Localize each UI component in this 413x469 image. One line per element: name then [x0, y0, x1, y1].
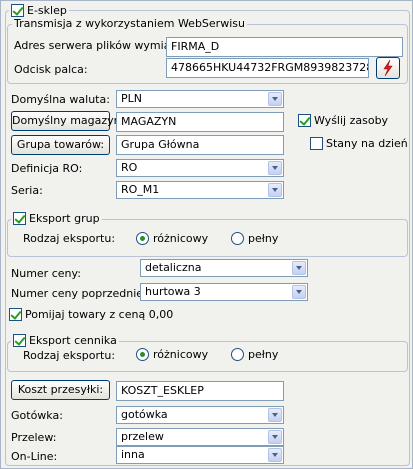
prev-price-number-value: hurtowa 3 — [145, 285, 201, 298]
chevron-down-icon — [292, 285, 306, 299]
online-label: On-Line: — [11, 450, 58, 463]
export-pricelist-toggle[interactable]: Eksport cennika — [11, 334, 119, 347]
online-select[interactable]: inna — [116, 446, 284, 464]
chevron-down-icon — [268, 161, 282, 175]
skip-zero-checkbox[interactable] — [9, 308, 22, 321]
chevron-down-icon — [268, 92, 282, 106]
currency-select[interactable]: PLN — [116, 90, 284, 108]
price-number-label: Numer ceny: — [11, 267, 81, 280]
fingerprint-label: Odcisk palca: — [14, 63, 88, 76]
radio-selected-icon[interactable] — [136, 232, 149, 245]
transfer-value: przelew — [121, 430, 164, 443]
export-groups-checkbox[interactable] — [13, 212, 26, 225]
export-groups-label: Eksport grup — [29, 212, 100, 225]
chevron-down-icon — [268, 448, 282, 462]
cash-label: Gotówka: — [11, 409, 63, 422]
export-pricelist-diff-label: różnicowy — [153, 348, 209, 361]
product-group-button[interactable]: Grupa towarów: — [11, 135, 110, 155]
send-stock-label: Wyślij zasoby — [314, 114, 389, 127]
radio-empty-icon[interactable] — [231, 232, 244, 245]
server-address-input[interactable]: FIRMA_D — [166, 37, 403, 57]
cash-select[interactable]: gotówka — [116, 406, 284, 424]
chevron-down-icon — [268, 430, 282, 444]
export-groups-diff-label: różnicowy — [153, 232, 209, 245]
chevron-down-icon — [268, 408, 282, 422]
radio-empty-icon[interactable] — [231, 348, 244, 361]
shipping-cost-input[interactable]: KOSZT_ESKLEP — [116, 381, 284, 401]
warehouse-input[interactable]: MAGAZYN — [116, 112, 284, 132]
skip-zero-toggle[interactable]: Pomijaj towary z ceną 0,00 — [9, 308, 173, 321]
currency-value: PLN — [121, 92, 142, 105]
export-groups-toggle[interactable]: Eksport grup — [11, 212, 102, 225]
lightning-icon — [383, 59, 393, 77]
currency-label: Domyślna waluta: — [11, 93, 110, 106]
chevron-down-icon — [292, 261, 306, 275]
generate-fingerprint-button[interactable] — [376, 57, 400, 79]
stock-on-day-label: Stany na dzień — [326, 137, 408, 150]
ro-definition-select[interactable]: RO — [116, 159, 284, 177]
eshop-label: E-sklep — [27, 4, 67, 17]
eshop-settings-panel: E-sklep Transmisja z wykorzystaniem WebS… — [0, 0, 413, 469]
eshop-checkbox[interactable] — [11, 4, 24, 17]
transfer-label: Przelew: — [11, 431, 57, 444]
fingerprint-input[interactable]: 478665HKU44732FRGM8939823728864 — [166, 58, 369, 78]
product-group-input[interactable]: Grupa Główna — [116, 135, 284, 155]
stock-on-day-toggle[interactable]: Stany na dzień — [310, 137, 408, 150]
ro-definition-value: RO — [121, 161, 138, 174]
export-groups-diff-radio[interactable]: różnicowy — [136, 232, 208, 245]
skip-zero-label: Pomijaj towary z ceną 0,00 — [25, 308, 174, 321]
export-pricelist-full-label: pełny — [248, 348, 279, 361]
default-warehouse-button[interactable]: Domyślny magazyn — [11, 111, 121, 131]
export-pricelist-checkbox[interactable] — [13, 334, 26, 347]
chevron-down-icon — [268, 183, 282, 197]
export-groups-type-label: Rodzaj eksportu: — [23, 232, 116, 245]
shipping-cost-button[interactable]: Koszt przesyłki: — [11, 380, 110, 400]
ro-definition-label: Definicja RO: — [11, 162, 83, 175]
price-number-value: detaliczna — [145, 261, 202, 274]
export-pricelist-type-label: Rodzaj eksportu: — [23, 349, 116, 362]
prev-price-number-label: Numer ceny poprzedniej: — [11, 287, 150, 300]
send-stock-checkbox[interactable] — [298, 114, 311, 127]
eshop-toggle[interactable]: E-sklep — [9, 4, 69, 17]
send-stock-toggle[interactable]: Wyślij zasoby — [298, 114, 388, 127]
export-pricelist-label: Eksport cennika — [29, 334, 117, 347]
webservice-legend: Transmisja z wykorzystaniem WebSerwisu — [12, 17, 247, 30]
prev-price-number-select[interactable]: hurtowa 3 — [140, 283, 308, 301]
cash-value: gotówka — [121, 408, 168, 421]
price-number-select[interactable]: detaliczna — [140, 259, 308, 277]
online-value: inna — [121, 448, 145, 461]
export-groups-full-radio[interactable]: pełny — [231, 232, 278, 245]
export-groups-full-label: pełny — [248, 232, 279, 245]
series-select[interactable]: RO_M1 — [116, 181, 284, 199]
export-pricelist-diff-radio[interactable]: różnicowy — [136, 348, 208, 361]
transfer-select[interactable]: przelew — [116, 428, 284, 446]
export-pricelist-full-radio[interactable]: pełny — [231, 348, 278, 361]
stock-on-day-checkbox[interactable] — [310, 137, 323, 150]
series-label: Seria: — [11, 184, 43, 197]
radio-selected-icon[interactable] — [136, 348, 149, 361]
series-value: RO_M1 — [121, 183, 160, 196]
server-address-label: Adres serwera plików wymiany: — [14, 39, 187, 52]
